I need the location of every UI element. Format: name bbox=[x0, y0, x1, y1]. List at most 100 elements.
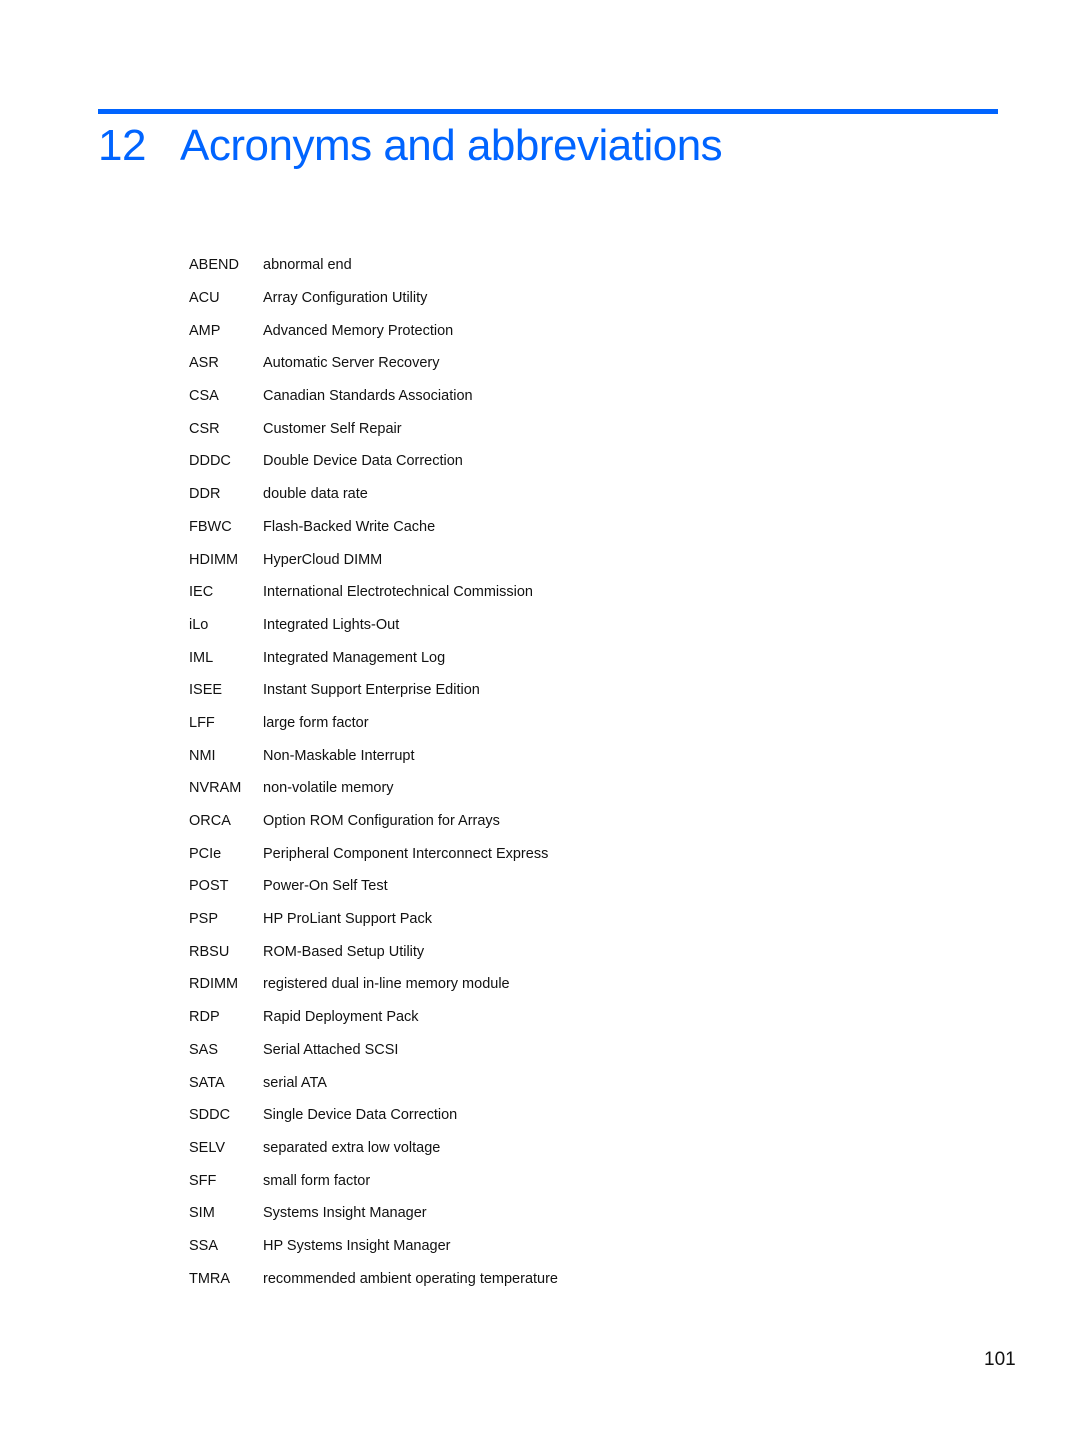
acronym-term: RDIMM bbox=[189, 976, 239, 993]
acronym-definition: Rapid Deployment Pack bbox=[263, 1009, 419, 1026]
acronym-row: CSR Customer Self Repair bbox=[189, 412, 558, 445]
acronym-term: RDP bbox=[189, 1009, 220, 1026]
chapter-title-text: Acronyms and abbreviations bbox=[180, 121, 723, 170]
acronym-term: ACU bbox=[189, 290, 220, 307]
acronym-term: SDDC bbox=[189, 1107, 231, 1124]
acronym-row: TMRA recommended ambient operating temper… bbox=[189, 1262, 558, 1295]
acronym-row: DDR double data rate bbox=[189, 478, 558, 511]
acronym-term: SIM bbox=[189, 1205, 215, 1222]
acronym-term: DDR bbox=[189, 486, 221, 503]
acronym-definition: HP ProLiant Support Pack bbox=[263, 911, 432, 928]
acronym-term: iLo bbox=[189, 616, 209, 633]
acronym-row: ABEND abnormal end bbox=[189, 249, 558, 282]
acronym-definition: Integrated Lights-Out bbox=[263, 616, 400, 633]
page-number: 101 bbox=[984, 1349, 1016, 1370]
acronym-definition: HyperCloud DIMM bbox=[263, 551, 383, 568]
acronym-definition: Peripheral Component Interconnect Expres… bbox=[263, 845, 549, 862]
acronym-row: RBSU ROM-Based Setup Utility bbox=[189, 935, 558, 968]
acronym-term: ASR bbox=[189, 355, 219, 372]
acronym-definition: Non-Maskable Interrupt bbox=[263, 747, 415, 764]
acronym-term: SSA bbox=[189, 1237, 219, 1254]
acronym-definition: Customer Self Repair bbox=[263, 420, 402, 437]
acronym-definition: ROM-Based Setup Utility bbox=[263, 943, 425, 960]
acronym-row: SATA serial ATA bbox=[189, 1066, 558, 1099]
acronym-term: POST bbox=[189, 878, 229, 895]
acronym-row: HDIMM HyperCloud DIMM bbox=[189, 543, 558, 576]
acronym-definition: Canadian Standards Association bbox=[263, 388, 473, 405]
chapter-rule bbox=[98, 109, 998, 114]
acronym-definition: Integrated Management Log bbox=[263, 649, 446, 666]
acronym-term: ORCA bbox=[189, 813, 231, 830]
acronym-term: HDIMM bbox=[189, 551, 239, 568]
acronym-row: PSP HP ProLiant Support Pack bbox=[189, 903, 558, 936]
acronym-term: LFF bbox=[189, 714, 215, 731]
acronym-term: CSA bbox=[189, 388, 219, 405]
acronym-definition: Option ROM Configuration for Arrays bbox=[263, 813, 500, 830]
acronym-definition: Array Configuration Utility bbox=[263, 290, 428, 307]
acronym-term: DDDC bbox=[189, 453, 231, 470]
acronym-term: FBWC bbox=[189, 518, 232, 535]
acronym-definition: Automatic Server Recovery bbox=[263, 355, 440, 372]
acronym-row: SELV separated extra low voltage bbox=[189, 1132, 558, 1165]
acronym-definition: HP Systems Insight Manager bbox=[263, 1237, 451, 1254]
acronym-definition: Flash-Backed Write Cache bbox=[263, 518, 436, 535]
acronym-row: SDDC Single Device Data Correction bbox=[189, 1099, 558, 1132]
acronym-definition: double data rate bbox=[263, 486, 368, 503]
acronym-row: PCIe Peripheral Component Interconnect Ex… bbox=[189, 837, 558, 870]
acronym-definition: abnormal end bbox=[263, 257, 352, 274]
acronym-row: SAS Serial Attached SCSI bbox=[189, 1034, 558, 1067]
acronym-row: LFF large form factor bbox=[189, 707, 558, 740]
acronym-row: ORCA Option ROM Configuration for Arrays bbox=[189, 805, 558, 838]
acronym-row: AMP Advanced Memory Protection bbox=[189, 314, 558, 347]
acronym-term: AMP bbox=[189, 322, 221, 339]
acronym-term: IEC bbox=[189, 584, 214, 601]
acronym-row: IML Integrated Management Log bbox=[189, 641, 558, 674]
acronym-row: CSA Canadian Standards Association bbox=[189, 380, 558, 413]
acronym-row: ACU Array Configuration Utility bbox=[189, 282, 558, 315]
acronym-term: PSP bbox=[189, 911, 219, 928]
acronym-definition: Advanced Memory Protection bbox=[263, 322, 454, 339]
acronym-row: RDP Rapid Deployment Pack bbox=[189, 1001, 558, 1034]
chapter-title: 12 Acronyms and abbreviations bbox=[98, 118, 723, 174]
acronym-row: DDDC Double Device Data Correction bbox=[189, 445, 558, 478]
acronym-row: ASR Automatic Server Recovery bbox=[189, 347, 558, 380]
acronym-term: SATA bbox=[189, 1074, 225, 1091]
acronym-row: SSA HP Systems Insight Manager bbox=[189, 1230, 558, 1263]
acronym-definition: Double Device Data Correction bbox=[263, 453, 463, 470]
acronym-definition: International Electrotechnical Commissio… bbox=[263, 584, 533, 601]
acronym-row: POST Power-On Self Test bbox=[189, 870, 558, 903]
acronym-row: SFF small form factor bbox=[189, 1164, 558, 1197]
acronym-list: ABEND abnormal end ACU Array Configuration … bbox=[189, 249, 558, 1295]
acronym-term: ABEND bbox=[189, 257, 239, 274]
acronym-term: SAS bbox=[189, 1041, 219, 1058]
acronym-definition: non-volatile memory bbox=[263, 780, 394, 797]
acronym-definition: Power-On Self Test bbox=[263, 878, 388, 895]
acronym-term: IML bbox=[189, 649, 214, 666]
acronym-row: IEC International Electrotechnical Commis… bbox=[189, 576, 558, 609]
acronym-definition: large form factor bbox=[263, 714, 369, 731]
acronym-definition: serial ATA bbox=[263, 1074, 327, 1091]
acronym-row: NVRAM non-volatile memory bbox=[189, 772, 558, 805]
acronym-row: FBWC Flash-Backed Write Cache bbox=[189, 511, 558, 544]
acronym-definition: Single Device Data Correction bbox=[263, 1107, 458, 1124]
acronym-term: NVRAM bbox=[189, 780, 242, 797]
acronym-definition: separated extra low voltage bbox=[263, 1139, 441, 1156]
acronym-term: ISEE bbox=[189, 682, 223, 699]
acronym-term: SFF bbox=[189, 1172, 217, 1189]
acronym-definition: Instant Support Enterprise Edition bbox=[263, 682, 480, 699]
chapter-number: 12 bbox=[98, 121, 146, 170]
acronym-term: RBSU bbox=[189, 943, 230, 960]
acronym-row: SIM Systems Insight Manager bbox=[189, 1197, 558, 1230]
acronym-definition: Systems Insight Manager bbox=[263, 1205, 427, 1222]
acronym-term: PCIe bbox=[189, 845, 222, 862]
acronym-term: CSR bbox=[189, 420, 220, 437]
acronym-term: SELV bbox=[189, 1139, 226, 1156]
acronym-row: ISEE Instant Support Enterprise Edition bbox=[189, 674, 558, 707]
acronym-definition: Serial Attached SCSI bbox=[263, 1041, 399, 1058]
acronym-term: TMRA bbox=[189, 1270, 231, 1287]
acronym-row: RDIMM registered dual in-line memory modu… bbox=[189, 968, 558, 1001]
acronym-term: NMI bbox=[189, 747, 216, 764]
acronym-row: NMI Non-Maskable Interrupt bbox=[189, 739, 558, 772]
acronym-row: iLo Integrated Lights-Out bbox=[189, 609, 558, 642]
acronym-definition: small form factor bbox=[263, 1172, 371, 1189]
